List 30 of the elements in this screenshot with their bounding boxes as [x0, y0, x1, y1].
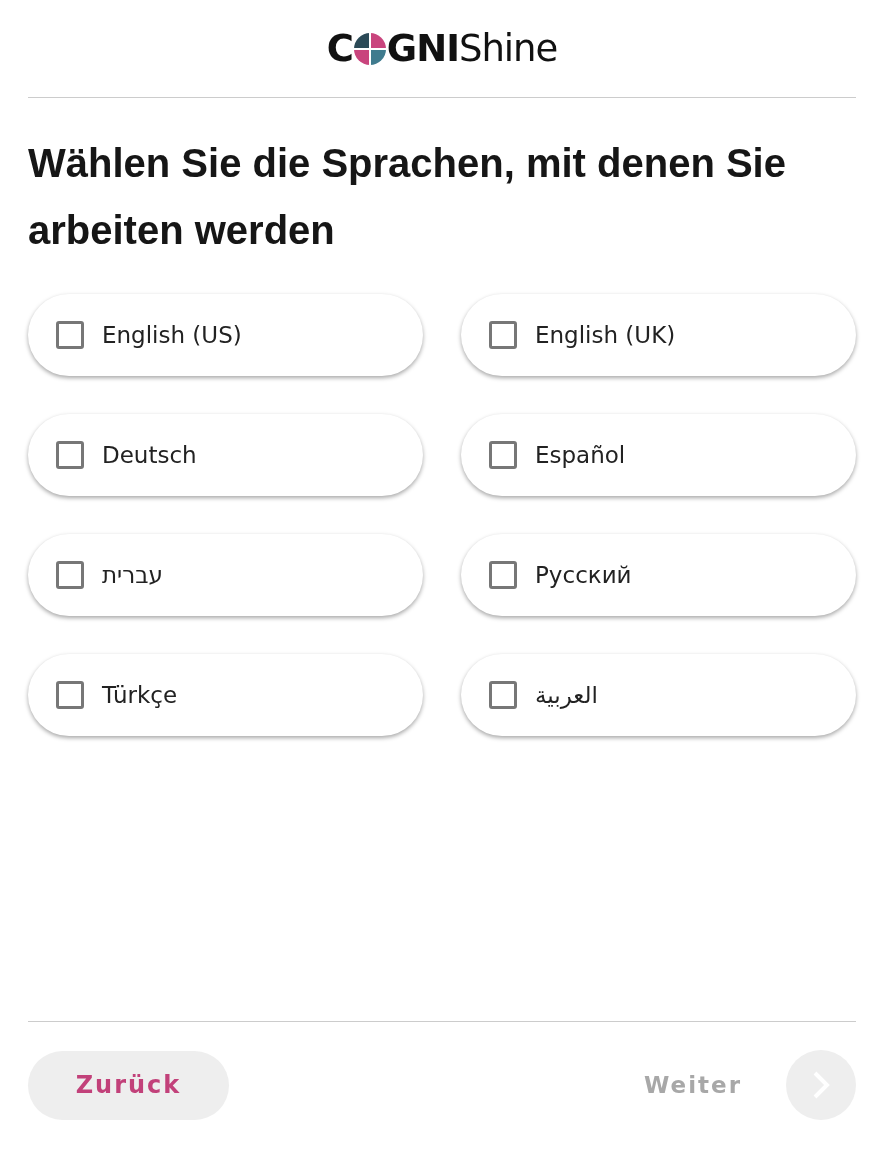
option-label: Türkçe [102, 680, 178, 710]
page-title: Wählen Sie die Sprachen, mit denen Sie arbeiten werden [28, 140, 787, 254]
option-label: Русский [535, 560, 632, 590]
language-option[interactable]: Русский [461, 534, 856, 616]
checkbox[interactable] [489, 681, 517, 709]
logo-text: GNI [386, 25, 459, 72]
option-label: עברית [102, 560, 163, 590]
language-option[interactable]: English (US) [28, 294, 423, 376]
back-button[interactable]: Zurück [28, 1050, 229, 1120]
language-option[interactable]: العربية [461, 654, 856, 736]
language-option[interactable]: Español [461, 414, 856, 496]
language-option[interactable]: עברית [28, 534, 423, 616]
option-label: English (US) [102, 320, 242, 350]
checkbox[interactable] [489, 561, 517, 589]
option-label: Deutsch [102, 440, 197, 470]
checkbox[interactable] [489, 441, 517, 469]
checkbox[interactable] [56, 561, 84, 589]
checkbox[interactable] [56, 681, 84, 709]
checkbox[interactable] [56, 441, 84, 469]
option-label: English (UK) [535, 320, 676, 350]
language-option[interactable]: Deutsch [28, 414, 423, 496]
logo-text: C [326, 25, 353, 72]
checkbox[interactable] [56, 321, 84, 349]
language-option[interactable]: Türkçe [28, 654, 423, 736]
language-option[interactable]: English (UK) [461, 294, 856, 376]
logo-text: Shine [458, 25, 558, 72]
option-label: Español [535, 440, 626, 470]
logo-mark-icon [353, 32, 386, 65]
option-label: العربية [535, 680, 598, 711]
checkbox[interactable] [489, 321, 517, 349]
